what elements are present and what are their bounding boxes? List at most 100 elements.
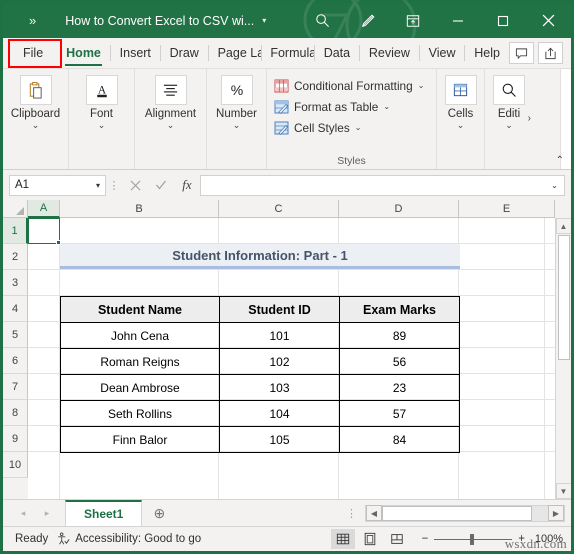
chevron-down-icon[interactable]: ⌄ <box>233 121 241 130</box>
column-header-C[interactable]: C <box>219 200 339 218</box>
vertical-scroll-thumb[interactable] <box>557 235 570 360</box>
row-header-6[interactable]: 6 <box>3 348 28 374</box>
cell-student-name[interactable]: Dean Ambrose <box>60 374 220 401</box>
cell-exam-marks[interactable]: 89 <box>339 322 460 349</box>
ribbon-group-alignment[interactable]: Alignment ⌄ <box>135 69 207 169</box>
share-icon[interactable] <box>538 42 563 64</box>
editing-overflow-icon[interactable]: › <box>528 113 531 124</box>
find-icon[interactable] <box>493 75 525 105</box>
chevron-down-icon[interactable]: ⌄ <box>418 81 425 90</box>
row-header-4[interactable]: 4 <box>3 296 28 322</box>
zoom-slider-thumb[interactable] <box>470 533 475 545</box>
cell-exam-marks[interactable]: 57 <box>339 400 460 427</box>
chevron-down-icon[interactable]: ⌄ <box>457 121 465 130</box>
confirm-icon[interactable] <box>148 174 174 196</box>
tab-page-layout[interactable]: Page La <box>209 38 261 68</box>
chevron-down-icon[interactable]: ⌄ <box>383 102 390 111</box>
table-row[interactable]: Roman Reigns 102 56 <box>60 348 460 375</box>
clipboard-icon[interactable] <box>19 75 52 105</box>
close-button[interactable] <box>525 3 571 38</box>
row-header-7[interactable]: 7 <box>3 374 28 400</box>
ribbon-group-number[interactable]: % Number ⌄ <box>207 69 267 169</box>
pen-icon[interactable] <box>345 3 390 38</box>
table-row[interactable]: Dean Ambrose 103 23 <box>60 374 460 401</box>
title-dropdown-icon[interactable]: ▾ <box>262 16 266 25</box>
tab-file[interactable]: File <box>9 38 57 68</box>
cell-student-name[interactable]: Finn Balor <box>60 426 220 453</box>
cell-exam-marks[interactable]: 56 <box>339 348 460 375</box>
row-header-3[interactable]: 3 <box>3 270 28 296</box>
column-header-A[interactable]: A <box>28 200 60 218</box>
horizontal-scroll-thumb[interactable] <box>382 505 532 521</box>
cell-exam-marks[interactable]: 84 <box>339 426 460 453</box>
vertical-scrollbar[interactable]: ▲ ▼ <box>555 218 571 499</box>
ribbon-group-cells[interactable]: Cells ⌄ <box>437 69 485 169</box>
ribbon-group-editing[interactable]: Editi ⌄ › <box>485 69 533 169</box>
chevron-down-icon[interactable]: ⌄ <box>32 121 40 130</box>
next-sheet-button[interactable]: ▸ <box>35 508 59 519</box>
ribbon-group-clipboard[interactable]: Clipboard ⌄ <box>3 69 69 169</box>
row-header-10[interactable]: 10 <box>3 452 28 478</box>
maximize-button[interactable] <box>480 3 525 38</box>
collapse-ribbon-icon[interactable]: ⌃ <box>556 155 564 166</box>
chevron-down-icon[interactable]: ⌄ <box>167 121 175 130</box>
tab-draw[interactable]: Draw <box>161 38 208 68</box>
chevron-down-icon[interactable]: ▾ <box>96 181 100 190</box>
cell-area[interactable]: Student Information: Part - 1 Student Na… <box>28 218 571 499</box>
conditional-formatting-button[interactable]: Conditional Formatting ⌄ <box>274 75 424 96</box>
table-row[interactable]: Finn Balor 105 84 <box>60 426 460 453</box>
tab-help[interactable]: Help <box>465 38 509 68</box>
ribbon-group-font[interactable]: A Font ⌄ <box>69 69 135 169</box>
percent-icon[interactable]: % <box>220 75 253 105</box>
add-sheet-icon[interactable]: ⊕ <box>142 505 176 522</box>
comment-icon[interactable] <box>509 42 534 64</box>
cell-exam-marks[interactable]: 23 <box>339 374 460 401</box>
accessibility-status[interactable]: Accessibility: Good to go <box>56 532 201 546</box>
zoom-slider[interactable] <box>434 533 513 545</box>
tab-formulas[interactable]: Formula <box>261 38 314 68</box>
font-icon[interactable]: A <box>85 75 118 105</box>
cell-student-name[interactable]: John Cena <box>60 322 220 349</box>
zoom-out-button[interactable]: − <box>422 533 429 545</box>
cell-student-id[interactable]: 103 <box>219 374 340 401</box>
scroll-right-button[interactable]: ▶ <box>548 505 564 521</box>
row-header-1[interactable]: 1 <box>3 218 28 244</box>
column-header-D[interactable]: D <box>339 200 459 218</box>
select-all-button[interactable] <box>3 200 28 218</box>
sheet-title-cell[interactable]: Student Information: Part - 1 <box>60 244 460 269</box>
cells-icon[interactable] <box>444 75 477 105</box>
name-box[interactable]: A1 ▾ <box>9 174 106 196</box>
horizontal-scrollbar[interactable]: ◀ ▶ <box>365 504 565 522</box>
chevron-down-icon[interactable]: ⌄ <box>98 121 106 130</box>
scroll-down-button[interactable]: ▼ <box>555 483 571 499</box>
cell-student-id[interactable]: 101 <box>219 322 340 349</box>
search-icon[interactable] <box>300 3 345 38</box>
tab-insert[interactable]: Insert <box>111 38 160 68</box>
format-as-table-button[interactable]: Format as Table ⌄ <box>274 96 390 117</box>
page-break-preview-icon[interactable] <box>385 529 409 549</box>
chevron-down-icon[interactable]: ⌄ <box>505 121 513 130</box>
previous-sheet-button[interactable]: ◂ <box>11 508 35 519</box>
page-layout-icon[interactable] <box>358 529 382 549</box>
tab-review[interactable]: Review <box>360 38 419 68</box>
fx-icon[interactable]: fx <box>174 174 200 196</box>
table-row[interactable]: John Cena 101 89 <box>60 322 460 349</box>
tab-data[interactable]: Data <box>315 38 359 68</box>
row-header-9[interactable]: 9 <box>3 426 28 452</box>
table-row[interactable]: Seth Rollins 104 57 <box>60 400 460 427</box>
scroll-up-button[interactable]: ▲ <box>555 218 571 234</box>
quick-access-overflow-icon[interactable]: » <box>29 13 36 28</box>
cell-student-name[interactable]: Seth Rollins <box>60 400 220 427</box>
row-header-2[interactable]: 2 <box>3 244 28 270</box>
formula-input[interactable]: ⌄ <box>200 174 565 196</box>
cell-student-id[interactable]: 105 <box>219 426 340 453</box>
scroll-left-button[interactable]: ◀ <box>366 505 382 521</box>
row-header-5[interactable]: 5 <box>3 322 28 348</box>
cell-student-id[interactable]: 102 <box>219 348 340 375</box>
column-header-B[interactable]: B <box>60 200 219 218</box>
minimize-button[interactable] <box>435 3 480 38</box>
row-header-8[interactable]: 8 <box>3 400 28 426</box>
column-header-E[interactable]: E <box>459 200 555 218</box>
normal-view-icon[interactable] <box>330 529 355 549</box>
expand-formula-bar-icon[interactable]: ⌄ <box>551 181 558 190</box>
